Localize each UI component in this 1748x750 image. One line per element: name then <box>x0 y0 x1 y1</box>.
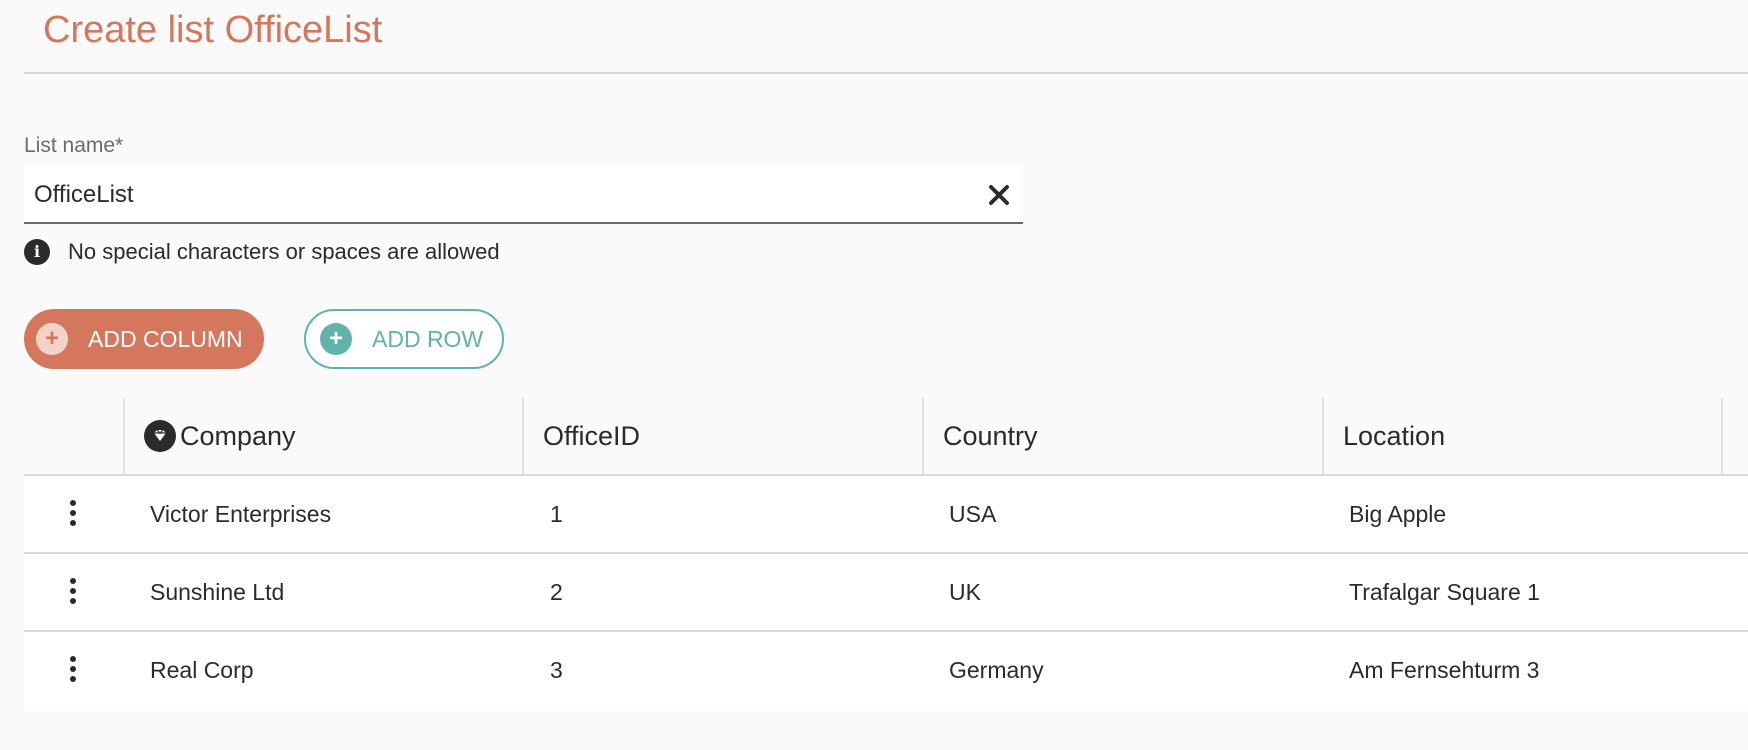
hint-text: No special characters or spaces are allo… <box>68 239 500 264</box>
kebab-menu-icon[interactable] <box>66 500 80 530</box>
cell-officeid[interactable]: 2 <box>550 554 563 630</box>
add-row-label: ADD ROW <box>372 325 484 352</box>
column-header-label: Location <box>1343 420 1446 451</box>
cell-officeid[interactable]: 3 <box>550 632 563 708</box>
column-separator[interactable] <box>1721 398 1723 474</box>
cell-company[interactable]: Real Corp <box>150 632 254 708</box>
table-row[interactable]: Sunshine Ltd 2 UK Trafalgar Square 1 <box>24 554 1748 632</box>
add-row-button[interactable]: + ADD ROW <box>304 309 504 369</box>
column-header-label: OfficeID <box>543 420 641 451</box>
cell-location[interactable]: Big Apple <box>1349 476 1446 552</box>
cell-country[interactable]: Germany <box>949 632 1044 708</box>
cell-company[interactable]: Victor Enterprises <box>150 476 331 552</box>
kebab-menu-icon[interactable] <box>66 656 80 686</box>
table-header: Company OfficeID Country Location <box>24 398 1748 476</box>
column-header-company[interactable]: Company <box>144 398 524 474</box>
list-name-label: List name* <box>24 134 124 157</box>
plus-icon: + <box>36 323 68 355</box>
table-row[interactable]: Victor Enterprises 1 USA Big Apple <box>24 476 1748 554</box>
column-separator[interactable] <box>922 398 924 474</box>
add-column-label: ADD COLUMN <box>88 325 243 352</box>
page-title: Create list OfficeList <box>43 9 383 51</box>
create-list-page: Create list OfficeList List name* i No s… <box>0 0 1748 750</box>
plus-icon: + <box>320 323 352 355</box>
cell-officeid[interactable]: 1 <box>550 476 563 552</box>
add-column-button[interactable]: + ADD COLUMN <box>24 309 264 369</box>
column-header-country[interactable]: Country <box>943 398 1323 474</box>
close-icon[interactable] <box>983 179 1015 211</box>
column-header-officeid[interactable]: OfficeID <box>543 398 923 474</box>
column-separator[interactable] <box>123 398 125 474</box>
kebab-menu-icon[interactable] <box>66 578 80 608</box>
cell-company[interactable]: Sunshine Ltd <box>150 554 284 630</box>
column-header-label: Country <box>943 420 1038 451</box>
title-divider <box>24 72 1748 74</box>
diamond-icon <box>144 420 176 452</box>
cell-location[interactable]: Am Fernsehturm 3 <box>1349 632 1539 708</box>
cell-location[interactable]: Trafalgar Square 1 <box>1349 554 1540 630</box>
cell-country[interactable]: USA <box>949 476 996 552</box>
list-table: Company OfficeID Country Location Victor… <box>24 398 1748 711</box>
column-separator[interactable] <box>522 398 524 474</box>
column-header-label: Company <box>180 420 296 451</box>
column-header-location[interactable]: Location <box>1343 398 1723 474</box>
cell-country[interactable]: UK <box>949 554 981 630</box>
table-row[interactable]: Real Corp 3 Germany Am Fernsehturm 3 <box>24 632 1748 710</box>
list-name-input[interactable] <box>34 167 964 222</box>
list-name-field-container <box>24 167 1023 224</box>
info-icon: i <box>24 239 50 265</box>
column-separator[interactable] <box>1322 398 1324 474</box>
